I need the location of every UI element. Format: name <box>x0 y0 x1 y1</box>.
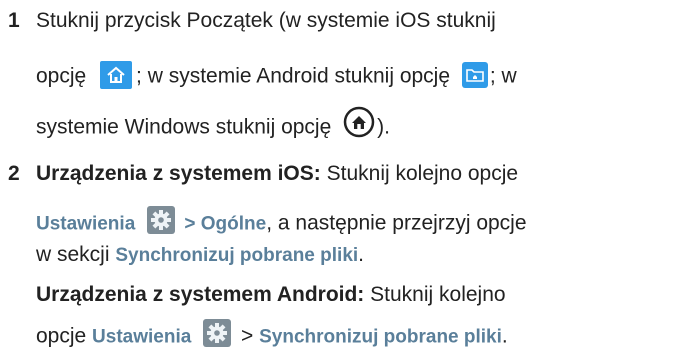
ios-heading: Urządzenia z systemem iOS: <box>36 162 321 185</box>
android-end: . <box>501 324 508 348</box>
step-2-number: 2 <box>8 162 20 185</box>
folder-home-icon <box>461 62 488 88</box>
ios-text-3: w sekcji <box>36 243 116 266</box>
gear-icon <box>147 206 176 234</box>
android-sync-label: Synchronizuj pobrane pliki <box>259 326 502 348</box>
step-2-android-line-1: Urządzenia z systemem Android: Stuknij k… <box>36 282 506 308</box>
ios-general-label: Ogólne <box>200 213 267 235</box>
step-1-text-android: ; w systemie Android stuknij opcję <box>136 64 451 88</box>
step-1-text-end: ). <box>377 115 390 139</box>
android-text-2: opcje <box>36 324 93 348</box>
step-1-text-windows: systemie Windows stuknij opcję <box>36 115 332 139</box>
gear-icon <box>203 319 232 347</box>
android-heading: Urządzenia z systemem Android: <box>36 283 365 306</box>
ios-text-2: , a następnie przejrzyj opcje <box>266 211 527 235</box>
step-1-text-opcje: opcję <box>36 64 87 88</box>
step-1-text-w: ; w <box>489 64 517 88</box>
ios-text-1: Stuknij kolejno opcje <box>320 162 519 185</box>
step-1-number: 1 <box>8 9 20 32</box>
ios-sync-label: Synchronizuj pobrane pliki <box>115 245 359 266</box>
circle-home-icon <box>343 106 375 138</box>
android-separator: > <box>235 324 260 348</box>
step-1-line-1: Stuknij przycisk Początek (w systemie iO… <box>36 9 496 32</box>
android-text-1: Stuknij kolejno <box>364 283 506 306</box>
step-1-line-3: systemie Windows stuknij opcję ). <box>36 106 390 144</box>
ios-separator: > <box>179 213 201 235</box>
step-2-ios-line-2: Ustawienia > Ogólne, a następnie przejrz… <box>36 206 527 238</box>
step-2-ios-line-3: w sekcji Synchronizuj pobrane pliki. <box>36 242 364 269</box>
step-1-line-2: opcję ; w systemie Android stuknij opcję… <box>36 61 517 91</box>
step-2-android-line-2: opcje Ustawienia > Synchronizuj pobrane … <box>36 319 508 351</box>
android-settings-label: Ustawienia <box>92 326 192 348</box>
ios-settings-label: Ustawienia <box>36 213 136 235</box>
home-icon <box>100 61 133 89</box>
help-document: 1 Stuknij przycisk Początek (w systemie … <box>0 0 675 355</box>
step-2-ios-line-1: Urządzenia z systemem iOS: Stuknij kolej… <box>36 161 518 187</box>
ios-end: . <box>358 243 365 266</box>
